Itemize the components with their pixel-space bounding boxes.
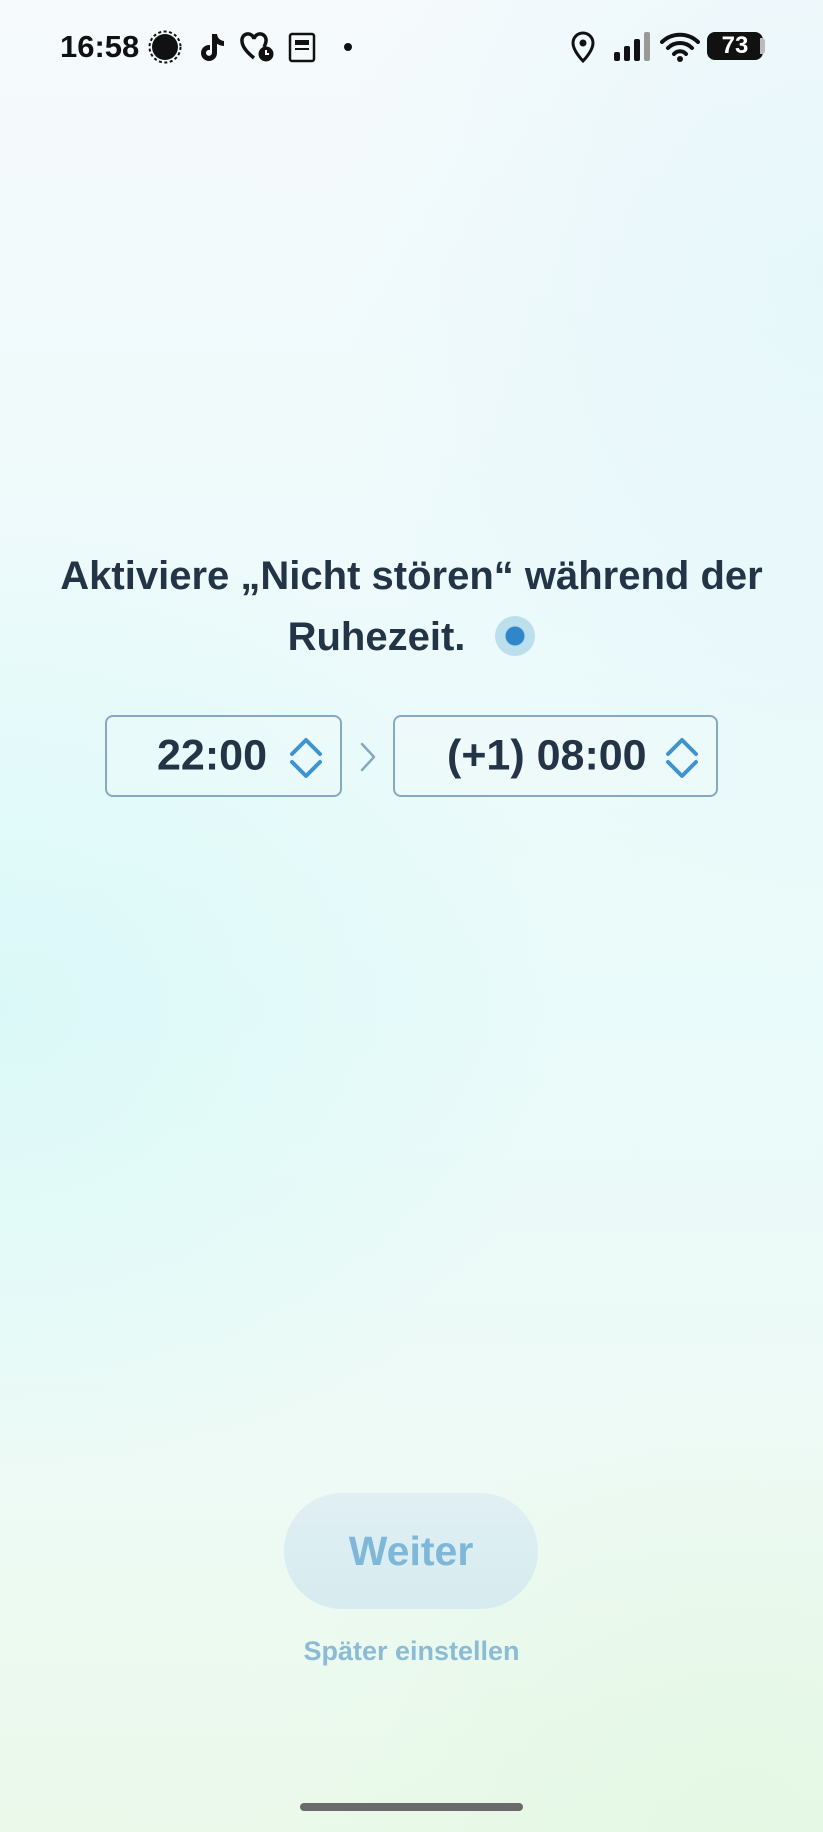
tiktok-icon (194, 30, 228, 64)
page-title-line-2-text: Ruhezeit. (287, 615, 466, 659)
health-heart-clock-icon (240, 30, 276, 64)
page-title-line-1: Aktiviere „Nicht stören“ während der (60, 554, 763, 598)
wifi-icon (660, 30, 700, 64)
end-time-picker[interactable]: (+1) 08:00 (393, 715, 718, 797)
start-time-picker[interactable]: 22:00 (105, 715, 342, 797)
page-title-line-2: Ruhezeit. (40, 607, 783, 668)
battery-tip (760, 38, 765, 54)
cellular-signal-icon (611, 30, 651, 64)
end-time-value: (+1) 08:00 (447, 731, 647, 780)
signal-messenger-icon (148, 30, 182, 64)
end-time-stepper-icon[interactable] (664, 735, 700, 781)
calendar-widget-icon (286, 30, 318, 64)
home-indicator[interactable] (300, 1803, 523, 1811)
status-bar: 16:58 73 (0, 0, 823, 96)
battery-icon: 73 (707, 32, 763, 60)
start-time-value: 22:00 (157, 731, 267, 780)
chevron-right-icon (358, 740, 378, 774)
status-time: 16:58 (60, 29, 140, 64)
next-button[interactable]: Weiter (284, 1493, 538, 1609)
more-dot-icon (340, 30, 356, 64)
page-title: Aktiviere „Nicht stören“ während der Ruh… (40, 546, 783, 668)
start-time-stepper-icon[interactable] (288, 735, 324, 781)
loading-dot-icon (495, 616, 536, 657)
location-icon (568, 30, 598, 64)
set-later-link[interactable]: Später einstellen (0, 1636, 823, 1667)
